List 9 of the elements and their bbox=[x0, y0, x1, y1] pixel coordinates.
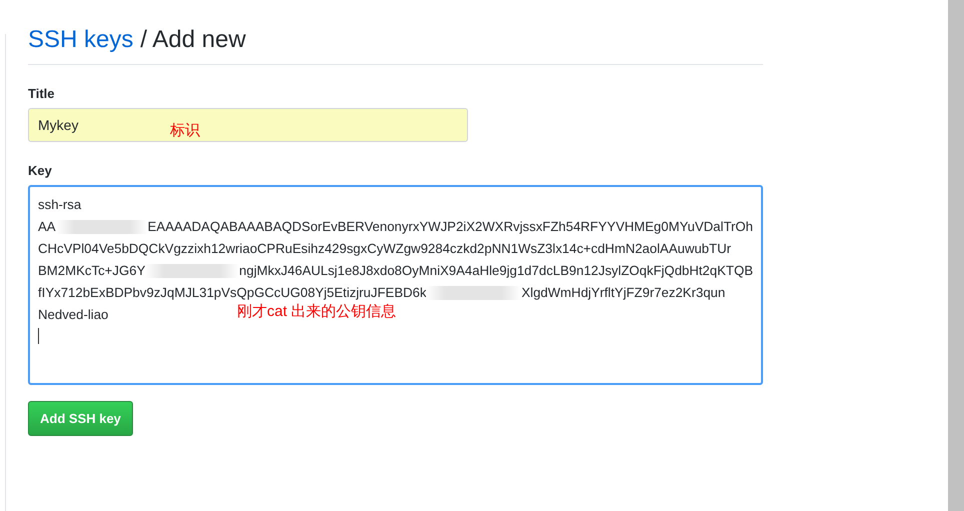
key-label: Key bbox=[28, 163, 53, 178]
title-input[interactable]: Mykey 标识 bbox=[28, 108, 468, 142]
page-title: / Add new bbox=[140, 26, 246, 54]
key-textarea[interactable]: ssh-rsa AA EAAAADAQABAAABAQDSorEvBERVenonyrxYWJP2iX2WXRvjssxFZh54RFYYVHMEg0MYuVDalTrOh CHcVPl04Ve5bDQCkVgzzixh12wriaoCPRuEsihz429sgxCyWZgw9284czkd2pNN1WsZ3lx14c+cdHmN2aolAAuwubTUr BM2MKcTc+JG6Y ngjMkxJ46AULsj1e8J8xdo8OyMniX9A4aHle9jg1d7dcLB9n12JsylZOqkFjQdbHt2qKTQB fIYx712bExBDPbv9zJqMJL31pVsQpGCcUG08Yj5EtizjruJFEBD6k XlgdWmHdjYrfltYjFZ9r7ez2Kr3qun Nedved-liao 刚才cat 出来的公钥信息 bbox=[28, 185, 763, 385]
annotation-text: 标识 bbox=[170, 121, 200, 140]
annotation-text: 刚才cat 出来的公钥信息 bbox=[237, 302, 396, 322]
scrollbar[interactable] bbox=[948, 0, 964, 511]
ssh-keys-link[interactable]: SSH keys bbox=[28, 26, 134, 54]
title-label: Title bbox=[28, 86, 56, 101]
